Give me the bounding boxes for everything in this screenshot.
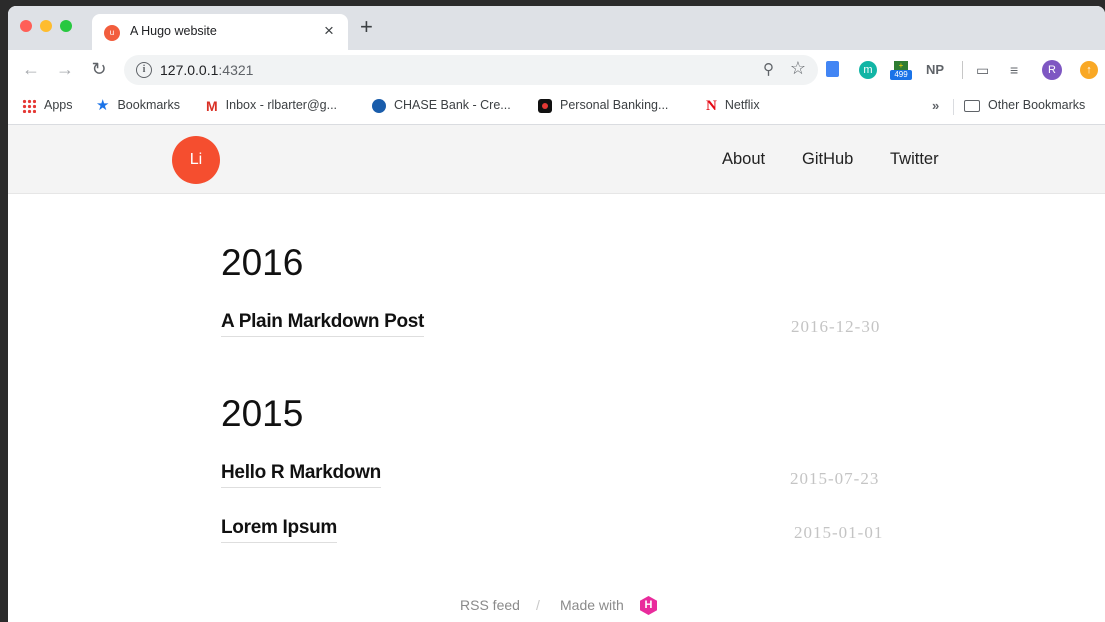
bookmark-label: Personal Banking...: [560, 98, 669, 112]
bookmark-chase[interactable]: CHASE Bank - Cre...: [372, 98, 511, 113]
new-tab-button[interactable]: +: [360, 16, 373, 38]
badge-count: 499: [890, 70, 912, 80]
nav-twitter-link[interactable]: Twitter: [890, 150, 939, 169]
reload-icon[interactable]: ↻: [88, 59, 110, 79]
post-date: 2015-01-01: [794, 523, 884, 542]
bookmarks-divider: [953, 99, 954, 115]
url-text[interactable]: 127.0.0.1:4321: [160, 62, 253, 78]
info-icon[interactable]: i: [136, 62, 152, 78]
badge-extension-top: +: [894, 61, 908, 70]
m-extension-icon[interactable]: m: [859, 61, 877, 79]
footer-separator: /: [536, 597, 540, 613]
bookmark-label: Netflix: [724, 98, 760, 112]
bookmark-label: Bookmarks: [117, 98, 180, 112]
tab-close-icon[interactable]: ×: [320, 21, 338, 41]
minimize-window-button[interactable]: [40, 20, 52, 32]
site-logo[interactable]: Li: [172, 136, 220, 184]
rss-feed-link[interactable]: RSS feed: [460, 597, 520, 613]
post-title-link[interactable]: Lorem Ipsum: [221, 517, 337, 543]
post-title-link[interactable]: Hello R Markdown: [221, 462, 381, 488]
bookmark-label: Apps: [44, 98, 73, 112]
bookmark-label: CHASE Bank - Cre...: [394, 98, 511, 112]
post-date: 2015-07-23: [790, 469, 880, 488]
tab-hugo-website[interactable]: u A Hugo website ×: [92, 14, 348, 50]
hugo-logo-icon[interactable]: H: [640, 596, 657, 615]
star-icon: ★: [96, 96, 110, 114]
cast-icon[interactable]: ▭: [976, 61, 989, 79]
post-title-link[interactable]: A Plain Markdown Post: [221, 311, 424, 337]
nav-about-link[interactable]: About: [722, 150, 765, 169]
address-bar[interactable]: i 127.0.0.1:4321 ⚲ ☆: [124, 55, 818, 85]
zoom-icon[interactable]: ⚲: [763, 60, 774, 78]
back-arrow-icon[interactable]: ←: [20, 59, 42, 79]
url-port: :4321: [218, 62, 254, 78]
made-with-text: Made with: [560, 597, 624, 613]
update-extension-icon[interactable]: ↑: [1080, 61, 1098, 79]
folder-icon: [964, 99, 980, 112]
more-bookmarks-icon[interactable]: »: [932, 98, 939, 113]
post-date: 2016-12-30: [791, 317, 881, 336]
year-heading: 2015: [221, 393, 304, 434]
browser-window: u A Hugo website × + ← → ↻ i 127.0.0.1:4…: [8, 6, 1105, 622]
forward-arrow-icon[interactable]: →: [54, 59, 76, 79]
badge-extension-icon[interactable]: + 499: [890, 61, 912, 80]
bookmark-personal-banking[interactable]: Personal Banking...: [538, 98, 668, 113]
favicon-icon: u: [104, 25, 120, 41]
profile-avatar[interactable]: R: [1042, 60, 1062, 80]
np-extension-icon[interactable]: NP: [926, 61, 944, 79]
toolbar-divider: [962, 61, 963, 79]
bookmark-apps[interactable]: Apps: [22, 98, 73, 113]
zoom-window-button[interactable]: [60, 20, 72, 32]
bookmark-netflix[interactable]: N Netflix: [706, 98, 760, 113]
gmail-icon: M: [206, 97, 218, 114]
year-heading: 2016: [221, 242, 304, 283]
close-window-button[interactable]: [20, 20, 32, 32]
bookmarks-bar: Apps ★ Bookmarks M Inbox - rlbarter@g... C…: [8, 90, 1105, 125]
bookmark-bookmarks[interactable]: ★ Bookmarks: [96, 98, 180, 113]
netflix-icon: N: [706, 97, 717, 114]
other-bookmarks-label: Other Bookmarks: [988, 98, 1086, 112]
media-queue-icon[interactable]: ≡: [1010, 61, 1018, 79]
url-host: 127.0.0.1: [160, 62, 219, 78]
bookmark-inbox[interactable]: M Inbox - rlbarter@g...: [206, 98, 337, 113]
apps-grid-icon: [22, 98, 36, 113]
browser-toolbar: ← → ↻ i 127.0.0.1:4321 ⚲ ☆ m + 499 NP ▭ …: [8, 50, 1105, 90]
bookmark-label: Inbox - rlbarter@g...: [225, 98, 338, 112]
bank-icon: [538, 98, 552, 113]
docs-extension-icon[interactable]: [826, 61, 839, 77]
tab-title: A Hugo website: [130, 24, 217, 38]
bookmark-star-icon[interactable]: ☆: [790, 58, 806, 79]
site-header: Li About GitHub Twitter: [8, 125, 1105, 194]
nav-github-link[interactable]: GitHub: [802, 150, 853, 169]
tab-bar: u A Hugo website × +: [8, 6, 1105, 50]
chase-icon: [372, 98, 386, 113]
other-bookmarks[interactable]: Other Bookmarks: [964, 98, 1085, 112]
